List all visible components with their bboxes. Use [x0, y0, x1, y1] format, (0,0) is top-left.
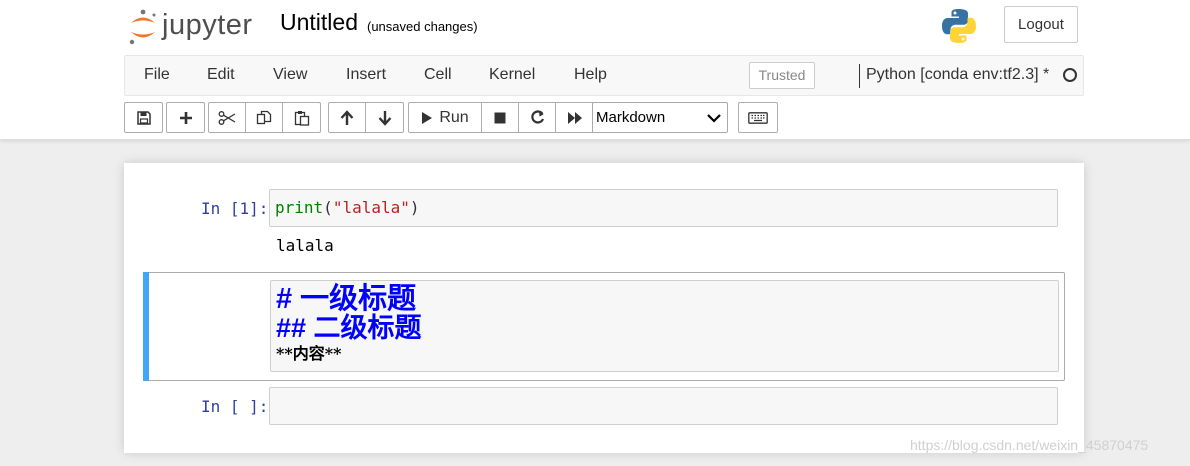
kernel-separator — [859, 64, 860, 88]
menu-edit[interactable]: Edit — [207, 66, 235, 84]
code-keyword: print — [275, 198, 324, 217]
restart-run-all-button[interactable] — [556, 103, 593, 132]
arrow-up-icon — [340, 109, 354, 125]
move-group — [328, 102, 404, 133]
logout-button[interactable]: Logout — [1004, 6, 1078, 43]
code-input-empty[interactable] — [269, 387, 1058, 425]
menu-help[interactable]: Help — [574, 66, 607, 84]
keyboard-icon — [748, 111, 768, 124]
kernel-name: Python [conda env:tf2.3] * — [866, 66, 1050, 83]
header: jupyter Untitled (unsaved changes) Logou… — [0, 0, 1190, 140]
clipboard-group — [208, 102, 321, 133]
scissors-icon — [218, 110, 236, 125]
code-paren-open: ( — [323, 198, 333, 217]
copy-icon — [256, 110, 272, 124]
move-up-button[interactable] — [329, 103, 366, 132]
python-logo-icon — [942, 9, 976, 43]
insert-group — [166, 102, 205, 133]
run-label: Run — [439, 108, 469, 126]
fast-forward-icon — [567, 111, 582, 124]
input-prompt-empty: In [ ]: — [201, 397, 269, 416]
run-button[interactable]: Run — [409, 103, 482, 132]
menu-view[interactable]: View — [273, 66, 307, 84]
input-prompt: In [1]: — [201, 199, 269, 218]
markdown-line-bold: **内容** — [276, 344, 342, 363]
copy-button[interactable] — [246, 103, 283, 132]
jupyter-logo-icon — [129, 9, 156, 45]
menu-cell[interactable]: Cell — [424, 66, 452, 84]
paste-button[interactable] — [283, 103, 320, 132]
menu-file[interactable]: File — [144, 66, 170, 84]
watermark: https://blog.csdn.net/weixin_45870475 — [910, 437, 1149, 453]
save-icon — [136, 110, 151, 125]
insert-cell-button[interactable] — [167, 103, 204, 132]
save-status: (unsaved changes) — [367, 19, 478, 34]
play-icon — [422, 111, 433, 124]
jupyter-logo-text: jupyter — [162, 9, 253, 41]
menu-kernel[interactable]: Kernel — [489, 66, 535, 84]
command-palette-button[interactable] — [738, 102, 778, 133]
code-input[interactable]: print("lalala") — [269, 189, 1058, 227]
selected-cell-indicator — [143, 272, 149, 381]
markdown-input[interactable]: # 一级标题 ## 二级标题 **内容** — [270, 280, 1059, 372]
markdown-cell[interactable]: # 一级标题 ## 二级标题 **内容** — [143, 272, 1065, 381]
toolbar: Run Markdown — [124, 102, 1084, 133]
kernel-idle-icon — [1063, 68, 1077, 82]
restart-icon — [530, 110, 544, 124]
code-paren-close: ) — [409, 198, 420, 217]
interrupt-button[interactable] — [482, 103, 519, 132]
code-string: "lalala" — [332, 198, 410, 217]
cell-type-value: Markdown — [596, 109, 666, 126]
plus-icon — [179, 111, 192, 124]
arrow-down-icon — [378, 110, 391, 126]
cut-button[interactable] — [209, 103, 246, 132]
menu-insert[interactable]: Insert — [346, 66, 386, 84]
cell-type-select[interactable]: Markdown — [592, 102, 728, 133]
trusted-indicator[interactable]: Trusted — [749, 62, 815, 89]
stop-icon — [494, 112, 506, 123]
markdown-line-h2: ## 二级标题 — [276, 313, 422, 343]
menubar: File Edit View Insert Cell Kernel Help T… — [124, 55, 1084, 96]
restart-button[interactable] — [519, 103, 556, 132]
notebook-container: In [1]: print("lalala") lalala # 一级标题 ##… — [124, 163, 1084, 453]
cell-output: lalala — [276, 236, 334, 255]
save-group — [124, 102, 163, 133]
save-button[interactable] — [125, 103, 162, 132]
paste-icon — [294, 110, 309, 126]
code-source: print("lalala") — [275, 198, 420, 217]
jupyter-logo[interactable]: jupyter — [128, 8, 268, 46]
move-down-button[interactable] — [366, 103, 403, 132]
markdown-line-h1: # 一级标题 — [276, 283, 417, 315]
notebook-title[interactable]: Untitled — [280, 9, 358, 36]
run-group: Run — [408, 102, 594, 133]
chevron-down-icon — [707, 114, 721, 123]
